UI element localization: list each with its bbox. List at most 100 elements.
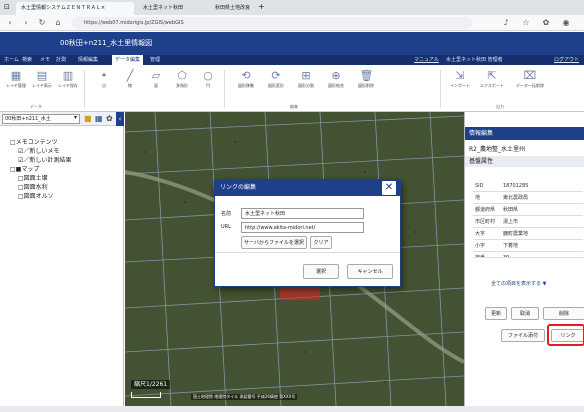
- browser-tab[interactable]: 水土里ネット秋田: [138, 2, 204, 15]
- circle-icon: ○: [203, 69, 213, 82]
- ribbon-split-button[interactable]: ⊞ 図形分割: [292, 69, 320, 105]
- import-icon: ⇲: [455, 69, 465, 82]
- left-layer-panel: 00秋田+n211_水土 ▾ ■ ▦ ✿ ‹ □メモコンテンツ ☑／新しいメモ …: [0, 112, 124, 406]
- attr-row: 地東北農政局: [473, 192, 583, 204]
- name-label: 名前: [221, 211, 232, 217]
- menu-info-edit[interactable]: 情報編集: [78, 55, 98, 65]
- browser-tab[interactable]: 秋田県土地改良: [210, 2, 256, 15]
- layer-view-icon: ▤: [36, 69, 48, 82]
- reader-icon[interactable]: ♪: [500, 17, 512, 29]
- tree-node-memo[interactable]: □メモコンテンツ: [10, 138, 71, 147]
- map-copyright: 国土地理院 地理院タイル 承認番号 平成26情使 第XXX号: [191, 394, 298, 400]
- line-icon: ╱: [126, 69, 134, 82]
- info-panel-header: 情報編集: [465, 127, 584, 140]
- section-basic-attributes: 基盤属性: [465, 156, 584, 167]
- collapse-panel-icon[interactable]: ‹: [116, 112, 124, 126]
- forward-icon[interactable]: ›: [20, 17, 32, 29]
- show-all-fields-link[interactable]: 全ての項目を表示する ▼: [491, 280, 546, 287]
- ribbon-toolbar: ▦ レイヤ管理 ▤ レイヤ表示 ▥ レイヤ保存 データ • 点 ╱ 線 ▱ 面 ⬠ 多角形 ○…: [0, 65, 584, 112]
- ribbon-polygon2-button[interactable]: ⬠ 多角形: [170, 69, 194, 105]
- reshape-icon: ⟳: [271, 69, 281, 82]
- url-field[interactable]: https://web07.midorigis.jp/ZGIS/webGIS: [72, 17, 472, 29]
- manual-link[interactable]: マニュアル: [414, 55, 439, 65]
- ribbon-separator: [84, 70, 85, 108]
- favorite-icon[interactable]: ☆: [520, 17, 532, 29]
- logout-link[interactable]: ログアウト: [554, 55, 579, 65]
- cancel-button[interactable]: キャンセル: [347, 264, 393, 279]
- ribbon-bulk-delete-button[interactable]: ⌧ データ一括削除: [510, 69, 550, 105]
- tab-label: 秋田県土地改良: [215, 5, 251, 11]
- attr-row: 大字 鹿町農業地: [473, 228, 583, 240]
- ribbon-separator: [440, 70, 441, 108]
- close-icon[interactable]: ✕: [382, 181, 396, 195]
- ribbon-layer-button[interactable]: ▦ レイヤ管理: [4, 69, 28, 105]
- polygon2-icon: ⬠: [177, 69, 187, 82]
- chevron-down-icon[interactable]: ▾: [74, 114, 77, 121]
- tree-node-water[interactable]: □図面水利: [10, 183, 71, 192]
- ribbon-circle-button[interactable]: ○ 円: [196, 69, 220, 105]
- ribbon-layer-view-button[interactable]: ▤ レイヤ表示: [30, 69, 54, 105]
- grid-icon[interactable]: ▦: [95, 114, 103, 123]
- menu-memo[interactable]: メモ: [40, 55, 50, 65]
- ribbon-reshape-button[interactable]: ⟳ 図形変形: [262, 69, 290, 105]
- delete-record-button[interactable]: 削除: [543, 307, 584, 320]
- ribbon-delete-button[interactable]: 🗑 図形削除: [352, 69, 380, 105]
- dialog-title: リンクの編集: [215, 180, 400, 196]
- file-attach-button[interactable]: ファイル添付: [501, 329, 545, 342]
- url-field[interactable]: http://www.akita-midori.net/: [241, 222, 364, 233]
- dataset-select[interactable]: 00秋田+n211_水土: [2, 114, 80, 124]
- user-name: 水土里ネット秋田 管理者: [446, 57, 503, 63]
- new-tab-button[interactable]: +: [258, 2, 265, 11]
- move-icon: ⟲: [241, 69, 251, 82]
- reload-icon[interactable]: ↻: [36, 17, 48, 29]
- browser-status-bar: [0, 406, 584, 412]
- menu-admin[interactable]: 管理: [150, 55, 160, 65]
- ribbon-move-button[interactable]: ⟲ 図形移動: [232, 69, 260, 105]
- tree-node-soil[interactable]: □図面土壌: [10, 174, 71, 183]
- tree-node-new-measure[interactable]: ☑／新しい計測結果: [10, 156, 71, 165]
- clear-button[interactable]: クリア: [310, 236, 332, 249]
- window-menu-icon[interactable]: ⊡: [4, 3, 12, 11]
- ribbon-export-button[interactable]: ⇱ エクスポート: [476, 69, 508, 105]
- select-server-file-button[interactable]: サーバからファイルを選択: [241, 236, 307, 249]
- name-field[interactable]: 水土里ネット秋田: [241, 208, 364, 219]
- app-menu-bar: ホーム 検索 メモ 計測 情報編集 データ編集 管理 マニュアル 水土里ネット秋…: [0, 55, 584, 65]
- menu-measure[interactable]: 計測: [56, 55, 66, 65]
- folder-icon[interactable]: ■: [84, 114, 92, 123]
- update-button[interactable]: 更新: [485, 307, 507, 320]
- ribbon-polygon-button[interactable]: ▱ 面: [144, 69, 168, 105]
- ribbon-layer-save-button[interactable]: ▥ レイヤ保存: [56, 69, 80, 105]
- browser-tab-bar: ⊡ 水土里情報システムＺＥＮＴＲＡＬ× 水土里ネット秋田 秋田県土地改良 +: [0, 0, 584, 15]
- menu-search[interactable]: 検索: [22, 55, 32, 65]
- profile-icon[interactable]: ◉: [560, 17, 572, 29]
- attr-row: 地番 39: [473, 252, 583, 258]
- attr-row: SID 18701285: [473, 180, 583, 192]
- link-button-highlight: [547, 324, 584, 346]
- tree-node-ortho[interactable]: □図面オルソ: [10, 192, 71, 201]
- attr-row: 市区町村 湯上市: [473, 216, 583, 228]
- tree-node-new-memo[interactable]: ☑／新しいメモ: [10, 147, 71, 156]
- cancel-edit-button[interactable]: 取消: [511, 307, 539, 320]
- dataset-bar: 00秋田+n211_水土 ▾ ■ ▦ ✿ ‹: [0, 112, 124, 126]
- home-icon[interactable]: ⌂: [52, 17, 64, 29]
- tree-node-map[interactable]: □■マップ: [10, 165, 71, 174]
- menu-home[interactable]: ホーム: [4, 55, 19, 65]
- collections-icon[interactable]: ✿: [540, 17, 552, 29]
- tab-label: 水土里情報システムＺＥＮＴＲＡＬ×: [21, 5, 106, 11]
- right-info-panel: 情報編集 R2_農地整_水土里州 基盤属性 SID 18701285 地東北農政局…: [464, 112, 584, 406]
- ribbon-separator: [224, 70, 225, 108]
- browser-address-bar: ‹ › ↻ ⌂ https://web07.midorigis.jp/ZGIS/…: [0, 15, 584, 31]
- tab-label: 水土里ネット秋田: [143, 5, 184, 11]
- menu-data-edit[interactable]: データ編集: [112, 55, 144, 65]
- browser-tab-active[interactable]: 水土里情報システムＺＥＮＴＲＡＬ×: [16, 2, 134, 15]
- ribbon-point-button[interactable]: • 点: [92, 69, 116, 105]
- gear-icon[interactable]: ✿: [106, 114, 113, 123]
- delete-icon: 🗑: [359, 69, 374, 82]
- layer-icon: ▦: [10, 69, 22, 82]
- ribbon-import-button[interactable]: ⇲ インポート: [446, 69, 474, 105]
- link-edit-dialog: リンクの編集 ✕ 名前 水土里ネット秋田 URL http://www.akit…: [214, 179, 401, 287]
- back-icon[interactable]: ‹: [4, 17, 16, 29]
- ribbon-line-button[interactable]: ╱ 線: [118, 69, 142, 105]
- ok-button[interactable]: 選択: [303, 264, 339, 279]
- ribbon-merge-button[interactable]: ⊕ 図形結合: [322, 69, 350, 105]
